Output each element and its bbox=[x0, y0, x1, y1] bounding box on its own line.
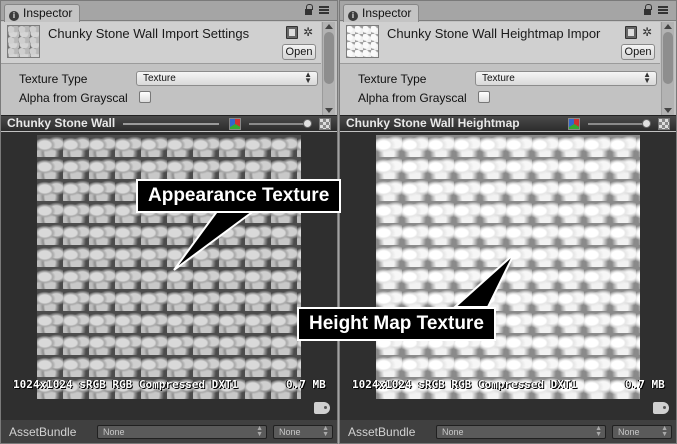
appearance-pointer bbox=[173, 209, 259, 271]
height-map-texture-callout: Height Map Texture bbox=[297, 307, 496, 341]
callout-pointers bbox=[173, 209, 515, 308]
heightmap-pointer bbox=[452, 253, 515, 308]
appearance-texture-callout: Appearance Texture bbox=[136, 179, 342, 213]
